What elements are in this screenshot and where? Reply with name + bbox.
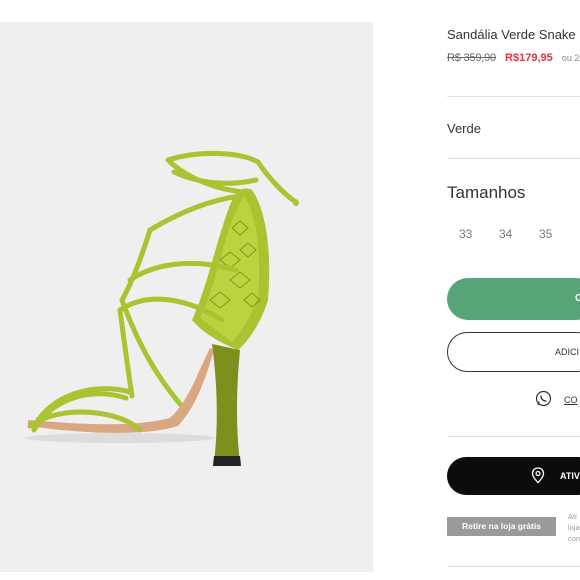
divider bbox=[447, 96, 580, 97]
location-pin-icon bbox=[531, 467, 545, 486]
selected-color[interactable]: Verde bbox=[447, 121, 481, 136]
store-pickup-note: Ati loja con bbox=[568, 511, 580, 544]
whatsapp-link[interactable]: CO bbox=[535, 390, 578, 409]
size-options: 33 34 35 bbox=[447, 227, 567, 241]
whatsapp-label: CO bbox=[564, 394, 578, 405]
divider bbox=[447, 436, 580, 437]
price-row: R$ 359,90 R$179,95 ou 2x bbox=[447, 52, 580, 64]
whatsapp-icon bbox=[535, 390, 552, 409]
store-stock-label: ATIV bbox=[560, 471, 580, 481]
sandal-illustration bbox=[25, 151, 299, 466]
store-stock-button[interactable]: ATIV bbox=[447, 457, 580, 495]
add-to-cart-button[interactable]: ADICI bbox=[447, 332, 580, 372]
note-line: con bbox=[568, 534, 580, 543]
note-line: Ati bbox=[568, 512, 577, 521]
buy-button[interactable]: C bbox=[447, 278, 580, 320]
size-option-35[interactable]: 35 bbox=[527, 227, 567, 241]
divider bbox=[447, 158, 580, 159]
original-price: R$ 359,90 bbox=[447, 52, 496, 64]
divider bbox=[447, 566, 580, 567]
sizes-heading: Tamanhos bbox=[447, 183, 526, 202]
installments-text: ou 2x bbox=[561, 53, 580, 63]
product-title: Sandália Verde Snake bbox=[447, 27, 576, 42]
size-option-33[interactable]: 33 bbox=[447, 227, 487, 241]
sale-price: R$179,95 bbox=[505, 52, 553, 64]
product-image[interactable] bbox=[0, 22, 373, 572]
size-option-34[interactable]: 34 bbox=[487, 227, 527, 241]
store-pickup-badge: Retire na loja grátis bbox=[447, 517, 556, 536]
product-info-panel: Sandália Verde Snake R$ 359,90 R$179,95 … bbox=[447, 0, 580, 580]
note-line: loja bbox=[568, 523, 580, 532]
